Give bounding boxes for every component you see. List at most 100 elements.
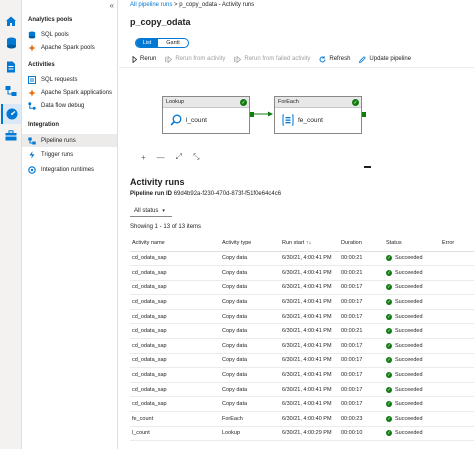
table-row[interactable]: cd_odata_sap Copy data 6/30/21, 4:00:41 PM… xyxy=(130,265,474,281)
activity-foreach[interactable]: ForEach fe_count ✓ xyxy=(274,96,362,134)
toggle-list[interactable]: List xyxy=(136,39,158,47)
table-row[interactable]: cd_odata_sap Copy data 6/30/21, 4:00:41 PM… xyxy=(130,323,474,340)
table-row[interactable]: l_count Lookup 6/30/21, 4:00:29 PM 00:00:10… xyxy=(130,426,474,442)
table-row[interactable]: fe_count ForEach 6/30/21, 4:00:40 PM 00:00:… xyxy=(130,411,474,427)
rerun-failed-icon xyxy=(234,55,242,63)
status-badge: ✓ Succeeded xyxy=(386,401,423,408)
zoom-fit-icon[interactable]: ⤢ xyxy=(176,152,182,162)
monitor-nav-panel: « Analytics pools SQL pools Apache Spark… xyxy=(22,0,118,449)
nav-item-sql-pools[interactable]: SQL pools xyxy=(22,28,117,41)
cell-activity-name[interactable]: cd_odata_sap xyxy=(130,280,220,296)
database-icon[interactable] xyxy=(4,36,18,50)
column-activity-type[interactable]: Activity type xyxy=(220,235,280,252)
cell-activity-name[interactable]: cd_odata_sap xyxy=(130,338,220,354)
nav-item-pipeline-runs[interactable]: Pipeline runs xyxy=(22,134,117,147)
cell-error xyxy=(440,411,474,427)
table-row[interactable]: cd_odata_sap Copy data 6/30/21, 4:00:41 PM… xyxy=(130,367,474,383)
rerun-from-activity-button[interactable]: Rerun from activity xyxy=(165,55,225,63)
activity-lookup[interactable]: Lookup l_count ✓ xyxy=(162,96,250,134)
table-row[interactable]: cd_odata_sap Copy data 6/30/21, 4:00:41 PM… xyxy=(130,382,474,398)
table-row[interactable]: cd_odata_sap Copy data 6/30/21, 4:00:41 PM… xyxy=(130,353,474,369)
cell-duration: 00:00:17 xyxy=(339,294,384,310)
dataflow-icon xyxy=(28,101,36,110)
success-check-icon: ✓ xyxy=(386,284,392,291)
cell-run-start: 6/30/21, 4:00:41 PM xyxy=(280,280,339,296)
column-error[interactable]: Error xyxy=(440,235,474,252)
update-pipeline-button[interactable]: Update pipeline xyxy=(359,55,412,63)
zoom-expand-icon[interactable]: ⤡ xyxy=(193,152,199,162)
status-badge: ✓ Succeeded xyxy=(386,415,423,422)
table-row[interactable]: cd_odata_sap Copy data 6/30/21, 4:00:41 PM… xyxy=(130,294,474,310)
toggle-gantt[interactable]: Gantt xyxy=(158,39,188,47)
status-badge: ✓ Succeeded xyxy=(386,386,423,393)
rerun-from-failed-button[interactable]: Rerun from failed activity xyxy=(234,55,310,63)
cell-activity-type: Lookup xyxy=(220,426,280,442)
column-duration[interactable]: Duration xyxy=(339,235,384,252)
pipeline-canvas[interactable]: Lookup l_count ✓ ForEach fe_count ✓ + — … xyxy=(119,68,474,172)
briefcase-icon[interactable] xyxy=(4,128,18,142)
table-header-row: Activity name Activity type Run start ↑↓… xyxy=(130,235,474,252)
success-check-icon: ✓ xyxy=(386,299,392,306)
nav-section-integration: Integration xyxy=(28,122,59,128)
rerun-button[interactable]: Rerun xyxy=(130,55,156,63)
cell-activity-name[interactable]: cd_odata_sap xyxy=(130,323,220,340)
zoom-out-icon[interactable]: — xyxy=(157,153,165,162)
status-badge: ✓ Succeeded xyxy=(386,313,423,320)
cell-activity-type: Copy data xyxy=(220,323,280,340)
cell-status: ✓ Succeeded xyxy=(384,294,440,310)
cell-duration: 00:00:17 xyxy=(339,280,384,296)
cell-status: ✓ Succeeded xyxy=(384,309,440,325)
cell-activity-name[interactable]: cd_odata_sap xyxy=(130,353,220,369)
nav-item-spark-applications[interactable]: Apache Spark applications xyxy=(22,86,117,99)
nav-item-spark-pools[interactable]: Apache Spark pools xyxy=(22,41,117,54)
cell-error xyxy=(440,309,474,325)
cell-status: ✓ Succeeded xyxy=(384,353,440,369)
nav-item-trigger-runs[interactable]: Trigger runs xyxy=(22,148,117,161)
pipeline-icon[interactable] xyxy=(4,84,18,98)
lookup-icon xyxy=(170,114,182,126)
cell-error xyxy=(440,338,474,354)
table-row[interactable]: cd_odata_sap Copy data 6/30/21, 4:00:41 PM… xyxy=(130,251,474,267)
home-icon[interactable] xyxy=(4,14,18,28)
nav-item-integration-runtimes[interactable]: Integration runtimes xyxy=(22,163,117,176)
document-icon[interactable] xyxy=(4,60,18,74)
monitor-icon[interactable] xyxy=(1,104,21,124)
nav-item-data-flow-debug[interactable]: Data flow debug xyxy=(22,99,117,112)
table-row[interactable]: cd_odata_sap Copy data 6/30/21, 4:00:41 PM… xyxy=(130,396,474,413)
column-run-start[interactable]: Run start ↑↓ xyxy=(280,235,339,252)
table-row[interactable]: cd_odata_sap Copy data 6/30/21, 4:00:41 PM… xyxy=(130,309,474,325)
breadcrumb-all-pipeline-runs[interactable]: All pipeline runs xyxy=(130,2,172,8)
cell-activity-name[interactable]: cd_odata_sap xyxy=(130,265,220,281)
activity-runs-title: Activity runs xyxy=(130,177,185,187)
update-pipeline-label: Update pipeline xyxy=(369,56,412,62)
cell-activity-name[interactable]: fe_count xyxy=(130,411,220,427)
refresh-button[interactable]: Refresh xyxy=(319,55,350,63)
cell-status: ✓ Succeeded xyxy=(384,382,440,398)
cell-activity-name[interactable]: cd_odata_sap xyxy=(130,251,220,267)
cell-activity-name[interactable]: cd_odata_sap xyxy=(130,382,220,398)
cell-activity-name[interactable]: cd_odata_sap xyxy=(130,294,220,310)
cell-duration: 00:00:21 xyxy=(339,251,384,267)
status-text: Succeeded xyxy=(395,328,423,335)
cell-activity-name[interactable]: cd_odata_sap xyxy=(130,367,220,383)
cell-activity-name[interactable]: l_count xyxy=(130,426,220,442)
cell-activity-name[interactable]: cd_odata_sap xyxy=(130,396,220,413)
table-row[interactable]: cd_odata_sap Copy data 6/30/21, 4:00:41 PM… xyxy=(130,338,474,354)
column-activity-name[interactable]: Activity name xyxy=(130,235,220,252)
column-status[interactable]: Status xyxy=(384,235,440,252)
success-check-icon: ✓ xyxy=(386,328,392,335)
status-filter-dropdown[interactable]: All status ▾ xyxy=(130,206,172,217)
table-row[interactable]: cd_odata_sap Copy data 6/30/21, 4:00:41 PM… xyxy=(130,280,474,296)
cell-activity-type: Copy data xyxy=(220,309,280,325)
cell-activity-name[interactable]: cd_odata_sap xyxy=(130,309,220,325)
pane-resize-handle[interactable] xyxy=(364,166,371,168)
icon-rail xyxy=(0,0,22,449)
cell-run-start: 6/30/21, 4:00:41 PM xyxy=(280,367,339,383)
collapse-chevron-icon[interactable]: « xyxy=(110,1,114,10)
nav-item-sql-requests[interactable]: SQL requests xyxy=(22,73,117,86)
status-text: Succeeded xyxy=(395,269,423,276)
canvas-zoom-controls: + — ⤢ ⤡ xyxy=(141,152,210,162)
pipeline-run-id-label: Pipeline run ID xyxy=(130,191,173,197)
rerun-icon xyxy=(130,55,137,63)
zoom-in-icon[interactable]: + xyxy=(141,153,146,162)
